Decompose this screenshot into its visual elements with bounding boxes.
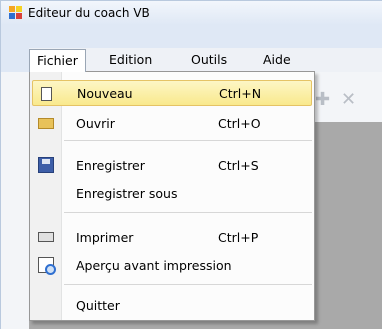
app-icon [9,6,23,20]
menu-item-shortcut: Ctrl+O [218,115,261,131]
menu-item-label: Ouvrir [76,115,115,131]
open-folder-icon [38,118,54,129]
menu-item-apercu[interactable]: Aperçu avant impression [32,252,312,278]
menu-item-shortcut: Ctrl+P [218,229,259,245]
menu-item-shortcut: Ctrl+N [219,85,262,101]
title-bar: Editeur du coach VB [1,1,382,25]
menu-item-ouvrir[interactable]: Ouvrir Ctrl+O [32,110,312,136]
printer-icon [38,232,54,242]
menu-separator [64,284,312,285]
app-window: Editeur du coach VB Fichier Edition Outi… [0,0,382,329]
left-panel [1,72,29,329]
plus-icon[interactable]: ✚ [315,89,330,110]
menu-item-label: Enregistrer [76,157,145,173]
menu-item-label: Aperçu avant impression [76,257,232,273]
menu-aide[interactable]: Aide [256,49,298,72]
window-title: Editeur du coach VB [28,6,150,20]
fichier-dropdown: Nouveau Ctrl+N Ouvrir Ctrl+O Enregistrer… [29,71,315,321]
menu-item-enregistrer[interactable]: Enregistrer Ctrl+S [32,152,312,178]
menu-outils[interactable]: Outils [184,49,234,72]
menu-item-nouveau[interactable]: Nouveau Ctrl+N [32,80,312,106]
close-icon[interactable]: ✕ [341,89,356,110]
menu-item-enregistrer-sous[interactable]: Enregistrer sous [32,180,312,206]
print-preview-icon [38,257,56,275]
menu-item-label: Quitter [76,297,120,313]
new-document-icon [41,87,52,101]
menu-item-label: Enregistrer sous [76,185,178,201]
save-disk-icon [38,157,54,173]
menu-fichier[interactable]: Fichier [29,49,86,72]
menu-item-quitter[interactable]: Quitter [32,292,312,318]
top-frame [29,25,382,48]
menu-item-imprimer[interactable]: Imprimer Ctrl+P [32,224,312,250]
menu-item-label: Nouveau [77,85,133,101]
menu-separator [64,140,312,141]
menu-item-shortcut: Ctrl+S [218,157,259,173]
menu-item-label: Imprimer [76,229,134,245]
menu-edition[interactable]: Edition [102,49,159,72]
menu-separator [64,212,312,213]
